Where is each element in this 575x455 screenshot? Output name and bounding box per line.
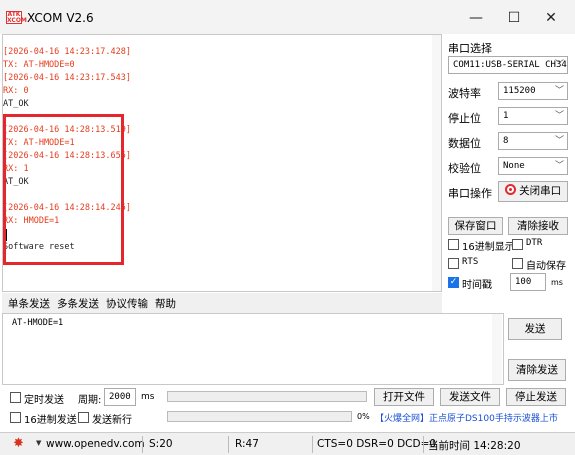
port-select-label: 串口选择 bbox=[448, 42, 492, 55]
send-newline-checkbox[interactable] bbox=[78, 412, 89, 423]
send-scrollbar[interactable] bbox=[492, 314, 502, 384]
baud-select[interactable]: 115200 ﹀ bbox=[498, 82, 568, 100]
hex-display-label: 16进制显示 bbox=[462, 242, 515, 253]
stopbits-label: 停止位 bbox=[448, 112, 481, 125]
timestamp-value: 100 bbox=[515, 277, 532, 287]
period-unit: ms bbox=[141, 392, 155, 402]
timed-send-checkbox[interactable] bbox=[10, 392, 21, 403]
stopbits-select[interactable]: 1 ﹀ bbox=[498, 107, 568, 125]
baud-value: 115200 bbox=[503, 86, 536, 96]
chevron-down-icon: ﹀ bbox=[554, 86, 564, 96]
status-url[interactable]: www.openedv.com bbox=[46, 438, 145, 450]
timed-send-label: 定时发送 bbox=[24, 395, 64, 406]
send-input[interactable] bbox=[2, 313, 504, 385]
dtr-label: DTR bbox=[526, 238, 543, 248]
send-button[interactable]: 发送 bbox=[508, 318, 562, 340]
chevron-down-icon: ﹀ bbox=[554, 136, 564, 146]
stop-send-button[interactable]: 停止发送 bbox=[506, 388, 566, 406]
status-time: 当前时间 14:28:20 bbox=[428, 440, 521, 452]
baud-label: 波特率 bbox=[448, 87, 481, 100]
timestamp-input[interactable]: 100 bbox=[510, 273, 546, 291]
tab-protocol[interactable]: 协议传输 bbox=[106, 296, 148, 311]
period-label: 周期: bbox=[78, 395, 102, 406]
timestamp-checkbox[interactable]: ✓ bbox=[448, 277, 459, 288]
receive-line: [2026-04-16 14:23:17.543] bbox=[3, 73, 131, 83]
spacer-bar bbox=[167, 391, 367, 402]
databits-select[interactable]: 8 ﹀ bbox=[498, 132, 568, 150]
close-port-button[interactable]: 关闭串口 bbox=[498, 181, 568, 202]
divider bbox=[312, 436, 313, 453]
highlight-box bbox=[3, 114, 124, 265]
chevron-down-icon: ﹀ bbox=[554, 161, 564, 171]
period-input[interactable]: 2000 bbox=[104, 388, 136, 406]
port-select[interactable]: COM11:USB-SERIAL CH34 ﹀ bbox=[448, 56, 568, 74]
hex-send-label: 16进制发送 bbox=[24, 415, 77, 426]
divider bbox=[423, 436, 424, 453]
receive-line: TX: AT-HMODE=0 bbox=[3, 60, 75, 70]
chevron-down-icon: ﹀ bbox=[554, 111, 564, 121]
receive-line: [2026-04-16 14:23:17.428] bbox=[3, 47, 131, 57]
dtr-checkbox[interactable] bbox=[512, 239, 523, 250]
app-logo-icon: ATK XCOM bbox=[6, 11, 27, 24]
status-signals: CTS=0 DSR=0 DCD=0 bbox=[317, 438, 437, 450]
close-port-label: 关闭串口 bbox=[519, 185, 562, 197]
gear-icon[interactable]: ✸ bbox=[13, 436, 24, 451]
port-op-label: 串口操作 bbox=[448, 187, 492, 200]
tab-multi-send[interactable]: 多条发送 bbox=[57, 296, 99, 311]
tab-single-send[interactable]: 单条发送 bbox=[8, 296, 50, 311]
auto-save-label: 自动保存 bbox=[526, 261, 566, 272]
chevron-down-icon: ﹀ bbox=[554, 60, 564, 70]
port-select-value: COM11:USB-SERIAL CH34 bbox=[453, 60, 567, 70]
send-input-text: AT-HMODE=1 bbox=[12, 318, 64, 328]
maximize-button[interactable]: ☐ bbox=[496, 6, 532, 30]
text-caret bbox=[6, 229, 7, 241]
parity-select[interactable]: None ﹀ bbox=[498, 157, 568, 175]
tab-help[interactable]: 帮助 bbox=[155, 296, 176, 311]
divider bbox=[142, 436, 143, 453]
tab-bar: 单条发送 多条发送 协议传输 帮助 bbox=[2, 293, 442, 313]
period-value: 2000 bbox=[109, 392, 131, 402]
open-file-button[interactable]: 打开文件 bbox=[374, 388, 434, 406]
status-bar: ✸ ▼ www.openedv.com S:20 R:47 CTS=0 DSR=… bbox=[0, 432, 575, 455]
status-sent-count: S:20 bbox=[149, 438, 173, 450]
send-file-button[interactable]: 发送文件 bbox=[440, 388, 500, 406]
databits-value: 8 bbox=[503, 136, 509, 146]
parity-value: None bbox=[503, 161, 525, 171]
save-window-button[interactable]: 保存窗口 bbox=[448, 217, 503, 235]
record-icon bbox=[504, 184, 516, 195]
timestamp-label: 时间戳 bbox=[462, 280, 492, 291]
minimize-button[interactable]: — bbox=[458, 6, 494, 30]
progress-text: 0% bbox=[357, 412, 370, 421]
receive-line: RX: 0 bbox=[3, 86, 29, 96]
send-newline-label: 发送新行 bbox=[92, 415, 132, 426]
app-title: XCOM V2.6 bbox=[27, 11, 94, 25]
clear-receive-button[interactable]: 清除接收 bbox=[508, 217, 568, 235]
stopbits-value: 1 bbox=[503, 111, 509, 121]
rts-label: RTS bbox=[462, 257, 479, 267]
databits-label: 数据位 bbox=[448, 137, 481, 150]
parity-label: 校验位 bbox=[448, 162, 481, 175]
auto-save-checkbox[interactable] bbox=[512, 258, 523, 269]
divider bbox=[228, 436, 229, 453]
ad-link[interactable]: 【火爆全网】正点原子DS100手持示波器上市 bbox=[375, 411, 558, 424]
send-progress-bar bbox=[167, 411, 352, 422]
hex-send-checkbox[interactable] bbox=[10, 412, 21, 423]
receive-line: AT_OK bbox=[3, 99, 29, 109]
close-button[interactable]: ✕ bbox=[533, 6, 569, 30]
caret-down-icon[interactable]: ▼ bbox=[36, 439, 41, 447]
clear-send-button[interactable]: 清除发送 bbox=[508, 359, 566, 381]
receive-scrollbar[interactable] bbox=[432, 35, 441, 291]
timestamp-unit: ms bbox=[551, 278, 563, 287]
status-received-count: R:47 bbox=[235, 438, 259, 450]
hex-display-checkbox[interactable] bbox=[448, 239, 459, 250]
rts-checkbox[interactable] bbox=[448, 258, 459, 269]
